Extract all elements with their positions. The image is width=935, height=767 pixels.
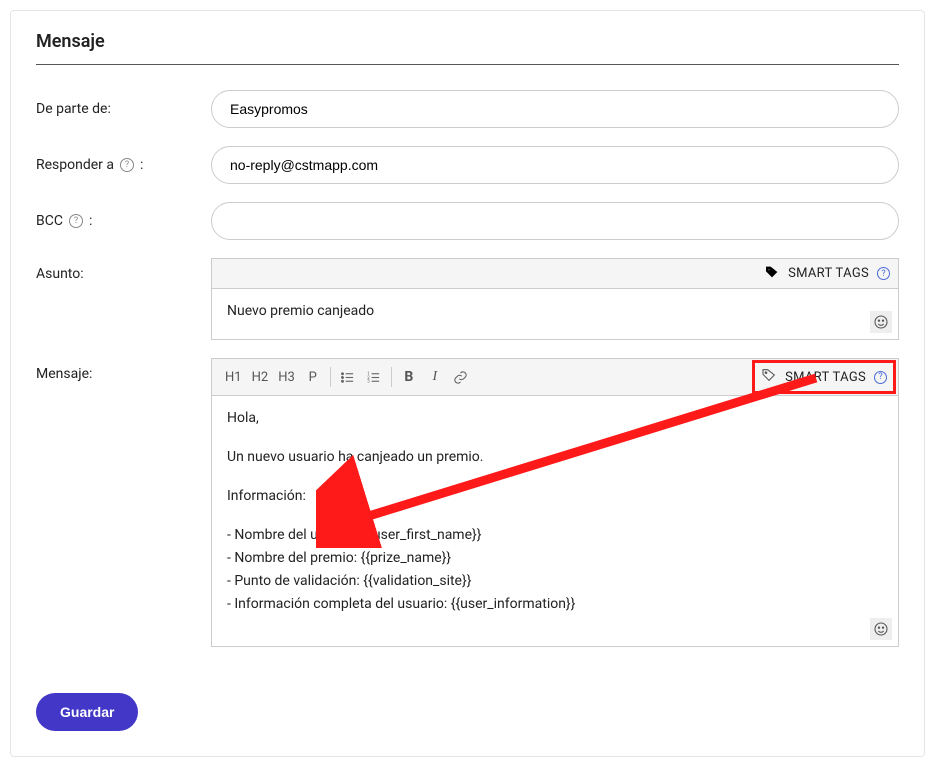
help-icon[interactable]: ? <box>69 214 83 228</box>
bcc-label: BCC ? : <box>36 213 211 229</box>
message-editor: H1 H2 H3 P 123 B I <box>211 358 899 647</box>
bold-button[interactable]: B <box>396 363 422 391</box>
subject-text: Nuevo premio canjeado <box>227 303 374 319</box>
reply-to-label-text: Responder a <box>36 157 114 173</box>
msg-greeting: Hola, <box>227 410 259 426</box>
ordered-list-button[interactable]: 123 <box>361 363 387 391</box>
from-row: De parte de: <box>36 90 899 128</box>
italic-button[interactable]: I <box>422 363 448 391</box>
help-icon[interactable]: ? <box>874 371 887 384</box>
svg-text:3: 3 <box>368 379 371 384</box>
save-button[interactable]: Guardar <box>36 693 138 731</box>
reply-to-colon: : <box>140 157 143 173</box>
subject-row: Asunto: SMART TAGS ? Nuevo premio canjea… <box>36 258 899 340</box>
message-label: Mensaje: <box>36 358 211 382</box>
smart-tags-button[interactable]: SMART TAGS <box>785 370 866 385</box>
bcc-colon: : <box>89 213 92 229</box>
h2-button[interactable]: H2 <box>247 363 274 391</box>
message-toolbar: H1 H2 H3 P 123 B I <box>212 359 898 396</box>
msg-bullet: - Nombre del usuario: {{user_first_name}… <box>227 525 883 546</box>
h1-button[interactable]: H1 <box>220 363 247 391</box>
smart-tags-highlight: SMART TAGS ? <box>752 360 896 394</box>
smart-tags-button[interactable]: SMART TAGS <box>788 266 869 281</box>
subject-toolbar: SMART TAGS ? <box>212 259 898 289</box>
section-title: Mensaje <box>36 31 899 65</box>
subject-content[interactable]: Nuevo premio canjeado <box>212 289 898 339</box>
bcc-row: BCC ? : <box>36 202 899 240</box>
bcc-input[interactable] <box>211 202 899 240</box>
from-input[interactable] <box>211 90 899 128</box>
msg-line1: Un nuevo usuario ha canjeado un premio. <box>227 449 483 465</box>
link-button[interactable] <box>448 363 474 391</box>
subject-label: Asunto: <box>36 258 211 282</box>
msg-bullet: - Punto de validación: {{validation_site… <box>227 571 883 592</box>
subject-editor: SMART TAGS ? Nuevo premio canjeado <box>211 258 899 340</box>
bcc-label-text: BCC <box>36 213 63 229</box>
help-icon[interactable]: ? <box>877 267 890 280</box>
message-form-card: Mensaje De parte de: Responder a ? : BCC… <box>10 10 925 757</box>
paragraph-button[interactable]: P <box>300 363 326 391</box>
help-icon[interactable]: ? <box>120 158 134 172</box>
emoji-button[interactable] <box>870 618 892 640</box>
reply-to-label: Responder a ? : <box>36 157 211 173</box>
msg-bullet: - Información completa del usuario: {{us… <box>227 594 883 615</box>
unordered-list-button[interactable] <box>335 363 361 391</box>
tag-icon <box>761 367 777 387</box>
message-content[interactable]: Hola, Un nuevo usuario ha canjeado un pr… <box>212 396 898 646</box>
emoji-button[interactable] <box>870 311 892 333</box>
msg-info-header: Información: <box>227 488 306 504</box>
message-row: Mensaje: H1 H2 H3 P 123 <box>36 358 899 647</box>
tag-icon <box>764 264 780 284</box>
reply-to-row: Responder a ? : <box>36 146 899 184</box>
reply-to-input[interactable] <box>211 146 899 184</box>
msg-bullet: - Nombre del premio: {{prize_name}} <box>227 548 883 569</box>
h3-button[interactable]: H3 <box>273 363 300 391</box>
from-label: De parte de: <box>36 101 211 117</box>
